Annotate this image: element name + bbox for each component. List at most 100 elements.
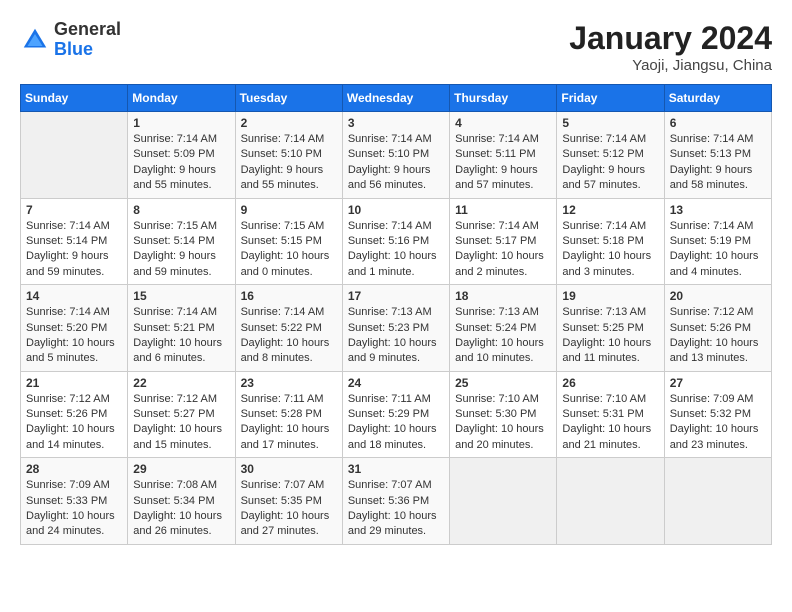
day-number: 11 (455, 203, 551, 217)
day-info: Sunrise: 7:14 AMSunset: 5:11 PMDaylight:… (455, 132, 551, 194)
day-number: 17 (348, 289, 444, 303)
day-number: 15 (133, 289, 229, 303)
day-info: Sunrise: 7:14 AMSunset: 5:21 PMDaylight:… (133, 305, 229, 367)
day-number: 31 (348, 462, 444, 476)
day-number: 24 (348, 376, 444, 390)
day-header-thursday: Thursday (450, 85, 557, 112)
day-info: Sunrise: 7:14 AMSunset: 5:16 PMDaylight:… (348, 219, 444, 281)
day-info: Sunrise: 7:11 AMSunset: 5:29 PMDaylight:… (348, 392, 444, 454)
day-cell: 31 Sunrise: 7:07 AMSunset: 5:36 PMDayligh… (342, 458, 449, 545)
day-info: Sunrise: 7:14 AMSunset: 5:18 PMDaylight:… (562, 219, 658, 281)
day-cell: 12 Sunrise: 7:14 AMSunset: 5:18 PMDayligh… (557, 198, 664, 285)
day-cell: 28 Sunrise: 7:09 AMSunset: 5:33 PMDayligh… (21, 458, 128, 545)
day-cell: 6 Sunrise: 7:14 AMSunset: 5:13 PMDaylight… (664, 112, 771, 199)
day-cell: 15 Sunrise: 7:14 AMSunset: 5:21 PMDayligh… (128, 285, 235, 372)
logo: General Blue (20, 20, 121, 60)
day-cell: 30 Sunrise: 7:07 AMSunset: 5:35 PMDayligh… (235, 458, 342, 545)
day-info: Sunrise: 7:10 AMSunset: 5:30 PMDaylight:… (455, 392, 551, 454)
day-info: Sunrise: 7:14 AMSunset: 5:14 PMDaylight:… (26, 219, 122, 281)
day-number: 1 (133, 116, 229, 130)
calendar-header: SundayMondayTuesdayWednesdayThursdayFrid… (21, 85, 772, 112)
title-block: January 2024 Yaoji, Jiangsu, China (569, 20, 772, 74)
logo-general-text: General (54, 19, 121, 39)
day-number: 12 (562, 203, 658, 217)
day-info: Sunrise: 7:07 AMSunset: 5:36 PMDaylight:… (348, 478, 444, 540)
day-number: 21 (26, 376, 122, 390)
day-number: 2 (241, 116, 337, 130)
day-cell: 24 Sunrise: 7:11 AMSunset: 5:29 PMDayligh… (342, 371, 449, 458)
day-header-saturday: Saturday (664, 85, 771, 112)
day-number: 9 (241, 203, 337, 217)
day-info: Sunrise: 7:10 AMSunset: 5:31 PMDaylight:… (562, 392, 658, 454)
day-header-friday: Friday (557, 85, 664, 112)
day-number: 29 (133, 462, 229, 476)
day-header-tuesday: Tuesday (235, 85, 342, 112)
day-number: 3 (348, 116, 444, 130)
week-row-4: 21 Sunrise: 7:12 AMSunset: 5:26 PMDayligh… (21, 371, 772, 458)
day-cell: 2Sunrise: 7:14 AMSunset: 5:10 PMDaylight… (235, 112, 342, 199)
day-info: Sunrise: 7:08 AMSunset: 5:34 PMDaylight:… (133, 478, 229, 540)
month-year: January 2024 (569, 20, 772, 57)
day-number: 14 (26, 289, 122, 303)
week-row-1: 1Sunrise: 7:14 AMSunset: 5:09 PMDaylight… (21, 112, 772, 199)
day-cell: 26Sunrise: 7:10 AMSunset: 5:31 PMDayligh… (557, 371, 664, 458)
day-info: Sunrise: 7:14 AMSunset: 5:19 PMDaylight:… (670, 219, 766, 281)
day-number: 16 (241, 289, 337, 303)
day-cell (557, 458, 664, 545)
week-row-5: 28 Sunrise: 7:09 AMSunset: 5:33 PMDayligh… (21, 458, 772, 545)
day-number: 5 (562, 116, 658, 130)
day-info: Sunrise: 7:14 AMSunset: 5:10 PMDaylight:… (348, 132, 444, 194)
day-cell: 27Sunrise: 7:09 AMSunset: 5:32 PMDayligh… (664, 371, 771, 458)
day-cell: 8Sunrise: 7:15 AMSunset: 5:14 PMDaylight… (128, 198, 235, 285)
day-number: 25 (455, 376, 551, 390)
day-info: Sunrise: 7:09 AMSunset: 5:33 PMDaylight:… (26, 478, 122, 540)
day-cell: 10 Sunrise: 7:14 AMSunset: 5:16 PMDayligh… (342, 198, 449, 285)
day-cell (450, 458, 557, 545)
day-info: Sunrise: 7:14 AMSunset: 5:17 PMDaylight:… (455, 219, 551, 281)
day-info: Sunrise: 7:13 AMSunset: 5:25 PMDaylight:… (562, 305, 658, 367)
week-row-3: 14 Sunrise: 7:14 AMSunset: 5:20 PMDayligh… (21, 285, 772, 372)
day-cell: 23 Sunrise: 7:11 AMSunset: 5:28 PMDayligh… (235, 371, 342, 458)
day-info: Sunrise: 7:13 AMSunset: 5:23 PMDaylight:… (348, 305, 444, 367)
day-info: Sunrise: 7:14 AMSunset: 5:12 PMDaylight:… (562, 132, 658, 194)
page-header: General Blue January 2024 Yaoji, Jiangsu… (20, 20, 772, 74)
logo-text: General Blue (54, 20, 121, 60)
day-header-sunday: Sunday (21, 85, 128, 112)
day-number: 27 (670, 376, 766, 390)
day-cell: 11 Sunrise: 7:14 AMSunset: 5:17 PMDayligh… (450, 198, 557, 285)
day-info: Sunrise: 7:11 AMSunset: 5:28 PMDaylight:… (241, 392, 337, 454)
day-cell: 17 Sunrise: 7:13 AMSunset: 5:23 PMDayligh… (342, 285, 449, 372)
day-cell: 14 Sunrise: 7:14 AMSunset: 5:20 PMDayligh… (21, 285, 128, 372)
calendar-table: SundayMondayTuesdayWednesdayThursdayFrid… (20, 84, 772, 545)
day-cell: 29 Sunrise: 7:08 AMSunset: 5:34 PMDayligh… (128, 458, 235, 545)
day-cell: 19 Sunrise: 7:13 AMSunset: 5:25 PMDayligh… (557, 285, 664, 372)
day-info: Sunrise: 7:07 AMSunset: 5:35 PMDaylight:… (241, 478, 337, 540)
day-header-row: SundayMondayTuesdayWednesdayThursdayFrid… (21, 85, 772, 112)
day-cell: 9 Sunrise: 7:15 AMSunset: 5:15 PMDaylight… (235, 198, 342, 285)
day-number: 8 (133, 203, 229, 217)
day-info: Sunrise: 7:15 AMSunset: 5:15 PMDaylight:… (241, 219, 337, 281)
day-number: 10 (348, 203, 444, 217)
week-row-2: 7Sunrise: 7:14 AMSunset: 5:14 PMDaylight… (21, 198, 772, 285)
calendar-body: 1Sunrise: 7:14 AMSunset: 5:09 PMDaylight… (21, 112, 772, 545)
day-info: Sunrise: 7:12 AMSunset: 5:26 PMDaylight:… (26, 392, 122, 454)
day-info: Sunrise: 7:14 AMSunset: 5:13 PMDaylight:… (670, 132, 766, 194)
day-cell: 3 Sunrise: 7:14 AMSunset: 5:10 PMDaylight… (342, 112, 449, 199)
day-cell: 22Sunrise: 7:12 AMSunset: 5:27 PMDayligh… (128, 371, 235, 458)
day-info: Sunrise: 7:14 AMSunset: 5:22 PMDaylight:… (241, 305, 337, 367)
day-info: Sunrise: 7:13 AMSunset: 5:24 PMDaylight:… (455, 305, 551, 367)
day-number: 19 (562, 289, 658, 303)
day-header-monday: Monday (128, 85, 235, 112)
logo-icon (20, 25, 50, 55)
day-cell: 20 Sunrise: 7:12 AMSunset: 5:26 PMDayligh… (664, 285, 771, 372)
day-info: Sunrise: 7:14 AMSunset: 5:20 PMDaylight:… (26, 305, 122, 367)
day-number: 18 (455, 289, 551, 303)
day-cell: 5 Sunrise: 7:14 AMSunset: 5:12 PMDaylight… (557, 112, 664, 199)
day-cell: 1Sunrise: 7:14 AMSunset: 5:09 PMDaylight… (128, 112, 235, 199)
day-number: 30 (241, 462, 337, 476)
day-number: 6 (670, 116, 766, 130)
day-number: 23 (241, 376, 337, 390)
day-number: 28 (26, 462, 122, 476)
day-number: 20 (670, 289, 766, 303)
day-info: Sunrise: 7:12 AMSunset: 5:26 PMDaylight:… (670, 305, 766, 367)
